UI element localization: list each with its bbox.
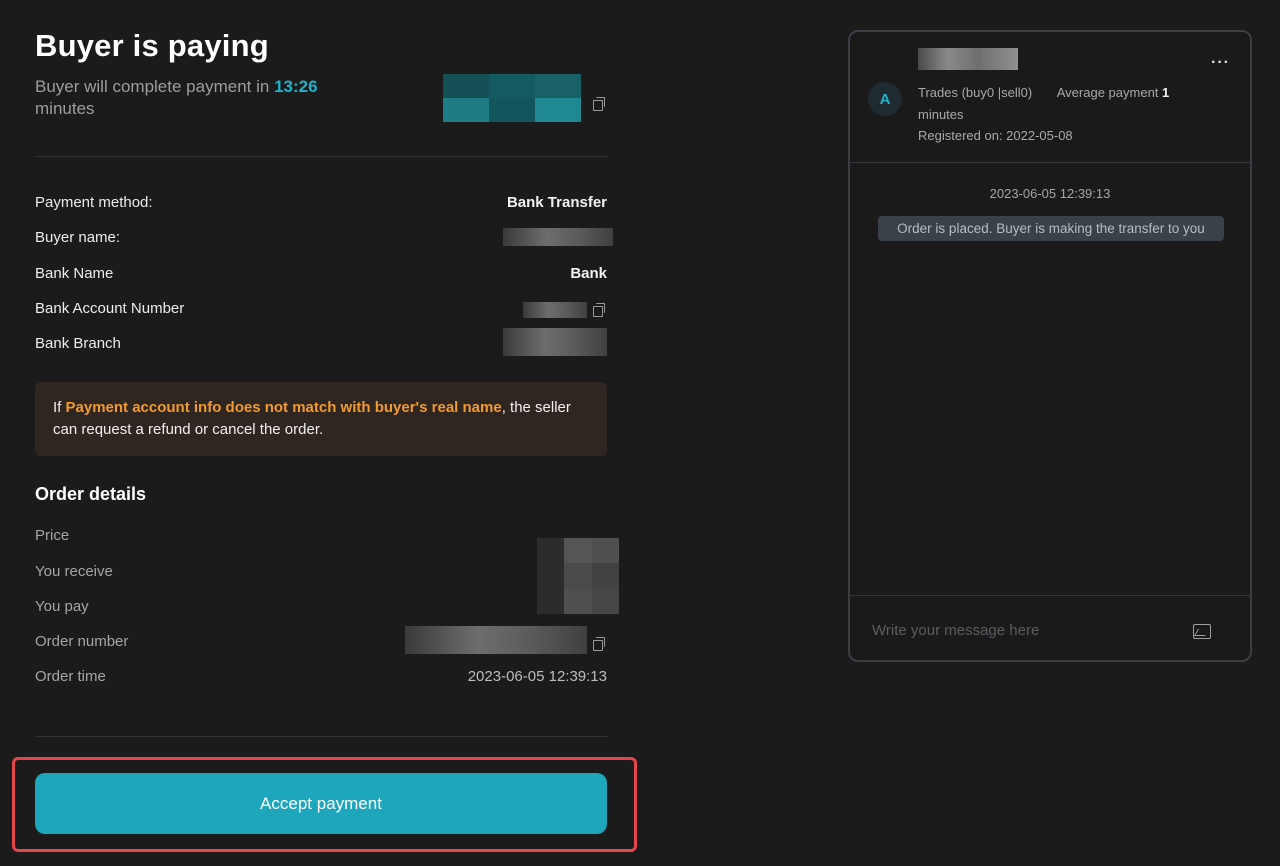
- copy-icon[interactable]: [593, 637, 605, 651]
- copy-icon[interactable]: [593, 303, 605, 317]
- redacted-order-code: [443, 74, 581, 122]
- avg-payment-label: Average payment: [1056, 85, 1159, 100]
- order-number-row: Order number: [35, 626, 607, 654]
- counterparty-stats: Trades (buy0 |sell0) Average payment 1 m…: [918, 82, 1169, 147]
- buyer-name-row: Buyer name:: [35, 228, 613, 248]
- chat-panel: ··· A Trades (buy0 |sell0) Average payme…: [848, 30, 1252, 662]
- divider: [850, 162, 1250, 163]
- redacted-account-number: [523, 302, 587, 318]
- accept-payment-button[interactable]: Accept payment: [35, 773, 607, 834]
- price-row: Price: [35, 527, 70, 544]
- payment-method-value: Bank Transfer: [506, 194, 607, 211]
- order-time-row: Order time 2023-06-05 12:39:13: [35, 668, 607, 685]
- avg-payment-unit: minutes: [918, 106, 964, 122]
- avg-payment-value: 1: [1162, 85, 1170, 100]
- payment-countdown-text: Buyer will complete payment in 13:26 min…: [35, 77, 318, 118]
- redacted-amounts: [537, 538, 619, 614]
- trades-count: Trades (buy0 |sell0): [918, 85, 1033, 100]
- bank-account-number-row: Bank Account Number: [35, 299, 607, 319]
- bank-name-row: Bank Name Bank: [35, 265, 607, 282]
- redacted-buyer-name: [503, 228, 613, 246]
- divider: [850, 595, 1250, 596]
- you-receive-row: You receive: [35, 563, 113, 580]
- avatar: A: [868, 82, 902, 116]
- redacted-bank-branch: [503, 328, 607, 356]
- divider: [35, 156, 607, 157]
- registered-date: Registered on: 2022-05-08: [918, 128, 1073, 143]
- copy-icon[interactable]: [593, 97, 605, 111]
- message-input[interactable]: [872, 620, 1172, 640]
- redacted-counterparty-name: [918, 48, 1018, 70]
- order-panel: Buyer is paying Buyer will complete paym…: [35, 28, 619, 737]
- order-details-title: Order details: [35, 484, 147, 504]
- bank-branch-row: Bank Branch: [35, 328, 607, 356]
- redacted-order-number: [405, 626, 587, 654]
- page-title: Buyer is paying: [35, 28, 269, 63]
- message-timestamp: 2023-06-05 12:39:13: [989, 186, 1111, 201]
- you-pay-row: You pay: [35, 598, 89, 615]
- system-message: Order is placed. Buyer is making the tra…: [878, 216, 1224, 241]
- payment-method-row: Payment method: Bank Transfer: [35, 194, 607, 211]
- bank-name-value: Bank: [570, 265, 607, 282]
- divider: [35, 736, 607, 737]
- image-icon[interactable]: [1193, 624, 1211, 639]
- countdown-timer: 13:26: [274, 77, 318, 96]
- order-time-value: 2023-06-05 12:39:13: [467, 668, 607, 685]
- more-icon[interactable]: ···: [1211, 54, 1230, 72]
- name-mismatch-warning: If Payment account info does not match w…: [35, 382, 607, 456]
